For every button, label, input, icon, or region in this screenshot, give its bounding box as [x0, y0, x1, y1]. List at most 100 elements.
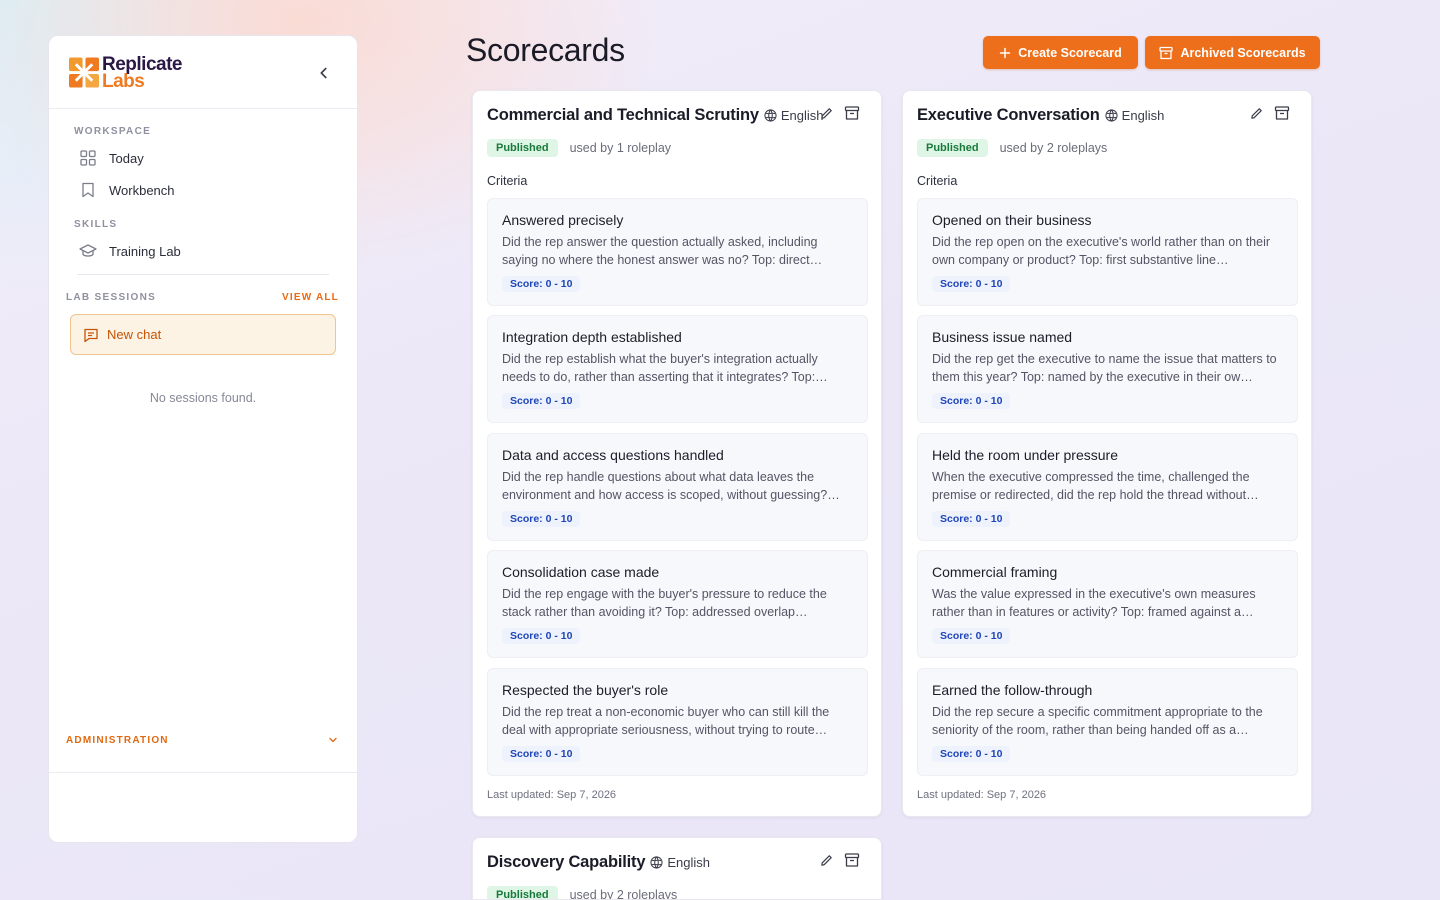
sidebar-item-label: Training Lab: [109, 243, 181, 259]
sidebar-header: Replicate Labs: [49, 36, 357, 109]
grid-icon: [79, 149, 97, 167]
create-scorecard-label: Create Scorecard: [1018, 45, 1122, 60]
criterion-description: When the executive compressed the time, …: [932, 470, 1259, 502]
administration-toggle[interactable]: ADMINISTRATION: [66, 734, 339, 746]
criteria-label: Criteria: [487, 174, 528, 188]
scorecard-title: Discovery Capability: [487, 853, 646, 871]
status-badge: Published: [487, 886, 558, 899]
used-by-text: used by 1 roleplay: [569, 141, 672, 155]
edit-pencil-icon[interactable]: [1247, 104, 1265, 122]
criterion-title: Opened on their business: [932, 212, 1092, 228]
lab-sessions-section-label: LAB SESSIONS: [66, 292, 157, 303]
new-chat-label: New chat: [107, 327, 162, 342]
criterion-title: Commercial framing: [932, 564, 1058, 580]
collapse-sidebar-chevron-left-icon[interactable]: [315, 64, 333, 82]
language-label: English: [667, 855, 710, 870]
archive-icon: [1159, 46, 1174, 60]
create-scorecard-button[interactable]: Create Scorecard: [983, 36, 1138, 69]
edit-pencil-icon[interactable]: [817, 851, 835, 869]
chat-icon: [84, 328, 98, 342]
bookmark-icon: [79, 181, 97, 199]
globe-icon: [764, 109, 777, 122]
language-tag: English: [764, 108, 824, 123]
scorecard-title: Executive Conversation: [917, 106, 1100, 124]
administration-label: ADMINISTRATION: [66, 734, 169, 746]
criterion-description: Did the rep establish what the buyer's i…: [502, 352, 828, 384]
criterion-description: Did the rep secure a specific commitment…: [932, 705, 1263, 737]
score-badge: Score: 0 - 10: [502, 511, 581, 527]
criterion-item[interactable]: Respected the buyer's role Did the rep t…: [487, 668, 868, 776]
sidebar-divider: [77, 274, 329, 275]
plus-icon: [999, 47, 1011, 59]
criterion-item[interactable]: Commercial framing Was the value express…: [917, 550, 1298, 658]
score-badge: Score: 0 - 10: [932, 628, 1011, 644]
graduation-cap-icon: [79, 242, 97, 260]
language-tag: English: [650, 855, 710, 870]
language-label: English: [1121, 108, 1165, 123]
edit-pencil-icon[interactable]: [817, 104, 835, 122]
logo-mark-icon: [69, 57, 100, 88]
score-badge: Score: 0 - 10: [932, 276, 1011, 292]
globe-icon: [650, 856, 663, 869]
criterion-description: Did the rep answer the question actually…: [502, 235, 823, 267]
workspace-section-label: WORKSPACE: [74, 126, 152, 137]
criterion-description: Did the rep handle questions about what …: [502, 470, 840, 502]
last-updated-text: Last updated: Sep 7, 2026: [487, 789, 617, 801]
score-badge: Score: 0 - 10: [932, 746, 1011, 762]
sidebar-item-training-lab[interactable]: Training Lab: [77, 237, 331, 265]
criterion-description: Did the rep treat a non-economic buyer w…: [502, 705, 830, 737]
criterion-item[interactable]: Business issue named Did the rep get the…: [917, 315, 1298, 423]
criterion-item[interactable]: Data and access questions handled Did th…: [487, 433, 868, 541]
criterion-title: Respected the buyer's role: [502, 682, 669, 698]
criteria-label: Criteria: [917, 174, 958, 188]
sidebar-item-today[interactable]: Today: [77, 144, 331, 172]
skills-section-label: SKILLS: [74, 219, 118, 230]
criterion-title: Business issue named: [932, 329, 1073, 345]
used-by-text: used by 2 roleplays: [569, 888, 678, 900]
sidebar: Replicate Labs WORKSPACE Today Workbench…: [48, 35, 358, 843]
scorecard-title: Commercial and Technical Scrutiny: [487, 106, 759, 124]
archive-icon[interactable]: [843, 104, 861, 122]
score-badge: Score: 0 - 10: [502, 746, 581, 762]
criterion-item[interactable]: Answered precisely Did the rep answer th…: [487, 198, 868, 306]
sidebar-footer-divider: [49, 772, 357, 773]
criterion-title: Data and access questions handled: [502, 447, 724, 463]
criterion-item[interactable]: Consolidation case made Did the rep enga…: [487, 550, 868, 658]
criterion-title: Integration depth established: [502, 329, 682, 345]
archive-icon[interactable]: [1273, 104, 1291, 122]
sidebar-item-label: Workbench: [109, 182, 175, 198]
scorecard-card[interactable]: Commercial and Technical Scrutiny Englis…: [472, 90, 882, 817]
score-badge: Score: 0 - 10: [932, 511, 1011, 527]
criterion-item[interactable]: Earned the follow-through Did the rep se…: [917, 668, 1298, 776]
criterion-item[interactable]: Held the room under pressure When the ex…: [917, 433, 1298, 541]
score-badge: Score: 0 - 10: [502, 393, 581, 409]
logo-line2: Labs: [102, 71, 145, 92]
criterion-title: Consolidation case made: [502, 564, 660, 580]
sidebar-item-label: Today: [109, 150, 144, 166]
language-tag: English: [1105, 108, 1165, 123]
status-badge: Published: [917, 139, 988, 157]
globe-icon: [1105, 109, 1118, 122]
archived-scorecards-button[interactable]: Archived Scorecards: [1145, 36, 1320, 69]
scorecard-card[interactable]: Discovery Capability English Published u…: [472, 837, 882, 900]
score-badge: Score: 0 - 10: [502, 276, 581, 292]
new-chat-button[interactable]: New chat: [70, 314, 336, 355]
criterion-description: Did the rep get the executive to name th…: [932, 352, 1277, 384]
criterion-item[interactable]: Opened on their business Did the rep ope…: [917, 198, 1298, 306]
criterion-title: Earned the follow-through: [932, 682, 1093, 698]
status-badge: Published: [487, 139, 558, 157]
sidebar-item-workbench[interactable]: Workbench: [77, 176, 331, 204]
last-updated-text: Last updated: Sep 7, 2026: [917, 789, 1047, 801]
chevron-down-icon: [329, 737, 337, 743]
view-all-link[interactable]: VIEW ALL: [282, 292, 339, 303]
scorecard-card[interactable]: Executive Conversation English Published…: [902, 90, 1312, 817]
logo[interactable]: Replicate Labs: [69, 55, 182, 92]
archive-icon[interactable]: [843, 851, 861, 869]
criterion-description: Did the rep engage with the buyer's pres…: [502, 587, 827, 619]
criterion-item[interactable]: Integration depth established Did the re…: [487, 315, 868, 423]
score-badge: Score: 0 - 10: [932, 393, 1011, 409]
criterion-description: Did the rep open on the executive's worl…: [932, 235, 1271, 267]
criterion-title: Answered precisely: [502, 212, 624, 228]
no-sessions-text: No sessions found.: [149, 391, 257, 405]
used-by-text: used by 2 roleplays: [999, 141, 1108, 155]
